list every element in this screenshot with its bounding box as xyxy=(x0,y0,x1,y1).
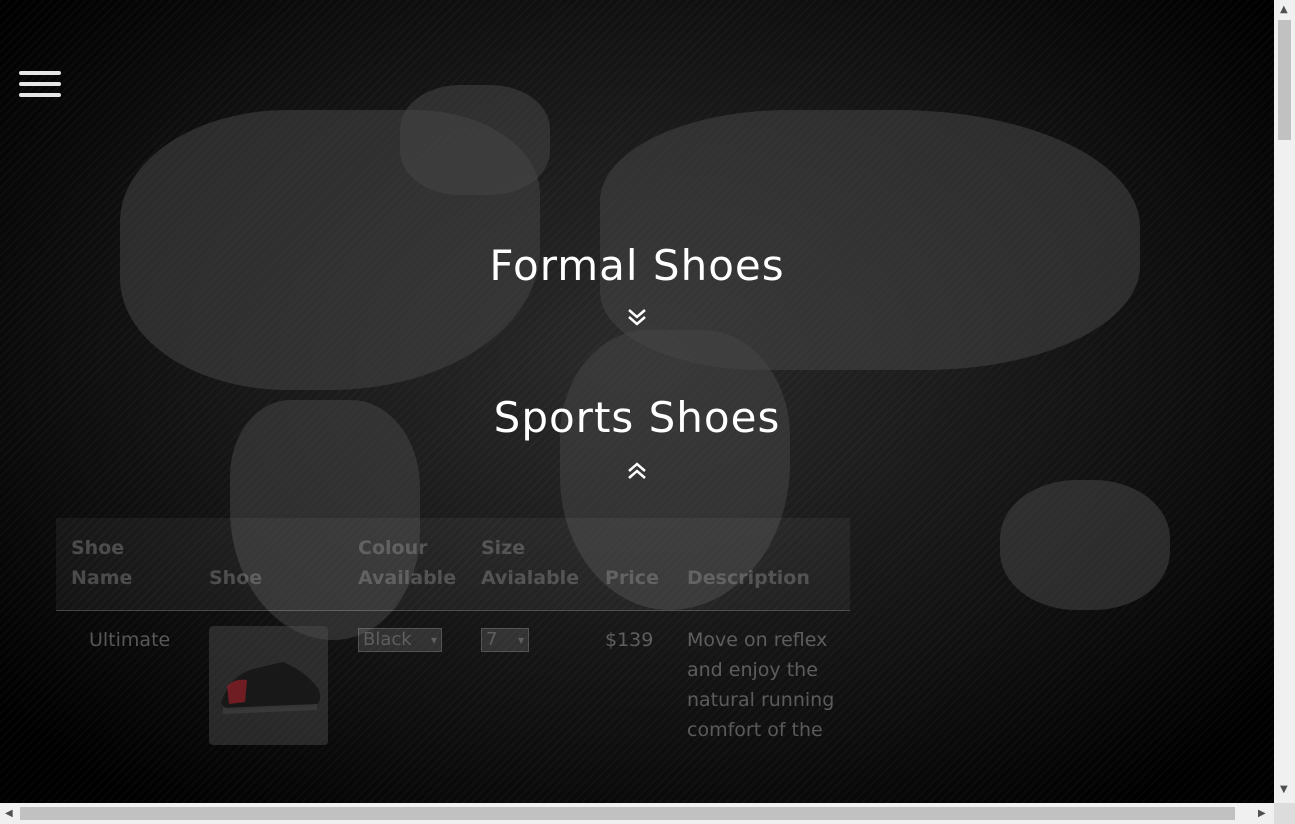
chevron-down-icon: ▾ xyxy=(517,633,524,647)
chevron-double-down-icon[interactable] xyxy=(625,306,649,330)
cell-shoe-name: Ultimate xyxy=(89,629,171,651)
scroll-up-icon[interactable]: ▲ xyxy=(1280,4,1288,15)
horizontal-scrollbar[interactable]: ◀ ▶ xyxy=(0,803,1274,824)
colour-select-value: Black xyxy=(363,629,412,650)
shoe-graphic xyxy=(221,662,321,714)
formal-shoes-heading[interactable]: Formal Shoes xyxy=(0,241,1274,290)
map-greenland xyxy=(400,85,550,195)
header-size: Size Avialable xyxy=(481,537,580,589)
menu-bar xyxy=(19,82,61,86)
scroll-down-icon[interactable]: ▼ xyxy=(1280,784,1288,795)
menu-bar xyxy=(19,71,61,75)
menu-bar xyxy=(19,93,61,97)
header-description: Description xyxy=(687,567,810,589)
menu-button[interactable] xyxy=(19,71,61,103)
chevron-double-up-icon[interactable] xyxy=(625,460,649,484)
sports-shoes-heading[interactable]: Sports Shoes xyxy=(0,393,1274,442)
scrollbar-corner xyxy=(1274,803,1295,824)
scroll-left-icon[interactable]: ◀ xyxy=(5,808,13,819)
chevron-down-icon: ▾ xyxy=(430,633,437,647)
colour-select[interactable]: Black ▾ xyxy=(358,628,442,652)
header-shoe-name: Shoe Name xyxy=(71,537,133,589)
size-select[interactable]: 7 ▾ xyxy=(481,628,529,652)
cell-description: Move on reflex and enjoy the natural run… xyxy=(687,629,835,741)
header-shoe: Shoe xyxy=(209,567,263,589)
shoe-table: Shoe Name Shoe Colour Available Size Avi… xyxy=(56,518,850,803)
page-background: Formal Shoes Sports Shoes Shoe Name Shoe… xyxy=(0,0,1274,803)
vertical-scrollbar[interactable]: ▲ ▼ xyxy=(1274,0,1295,803)
map-australia xyxy=(1000,480,1170,610)
scroll-right-icon[interactable]: ▶ xyxy=(1258,808,1266,819)
header-colour: Colour Available xyxy=(358,537,457,589)
horizontal-scroll-thumb[interactable] xyxy=(20,807,1235,820)
shoe-image xyxy=(209,626,328,745)
vertical-scroll-thumb[interactable] xyxy=(1278,20,1291,140)
size-select-value: 7 xyxy=(486,629,498,650)
header-price: Price xyxy=(605,567,659,589)
cell-price: $139 xyxy=(605,629,654,651)
